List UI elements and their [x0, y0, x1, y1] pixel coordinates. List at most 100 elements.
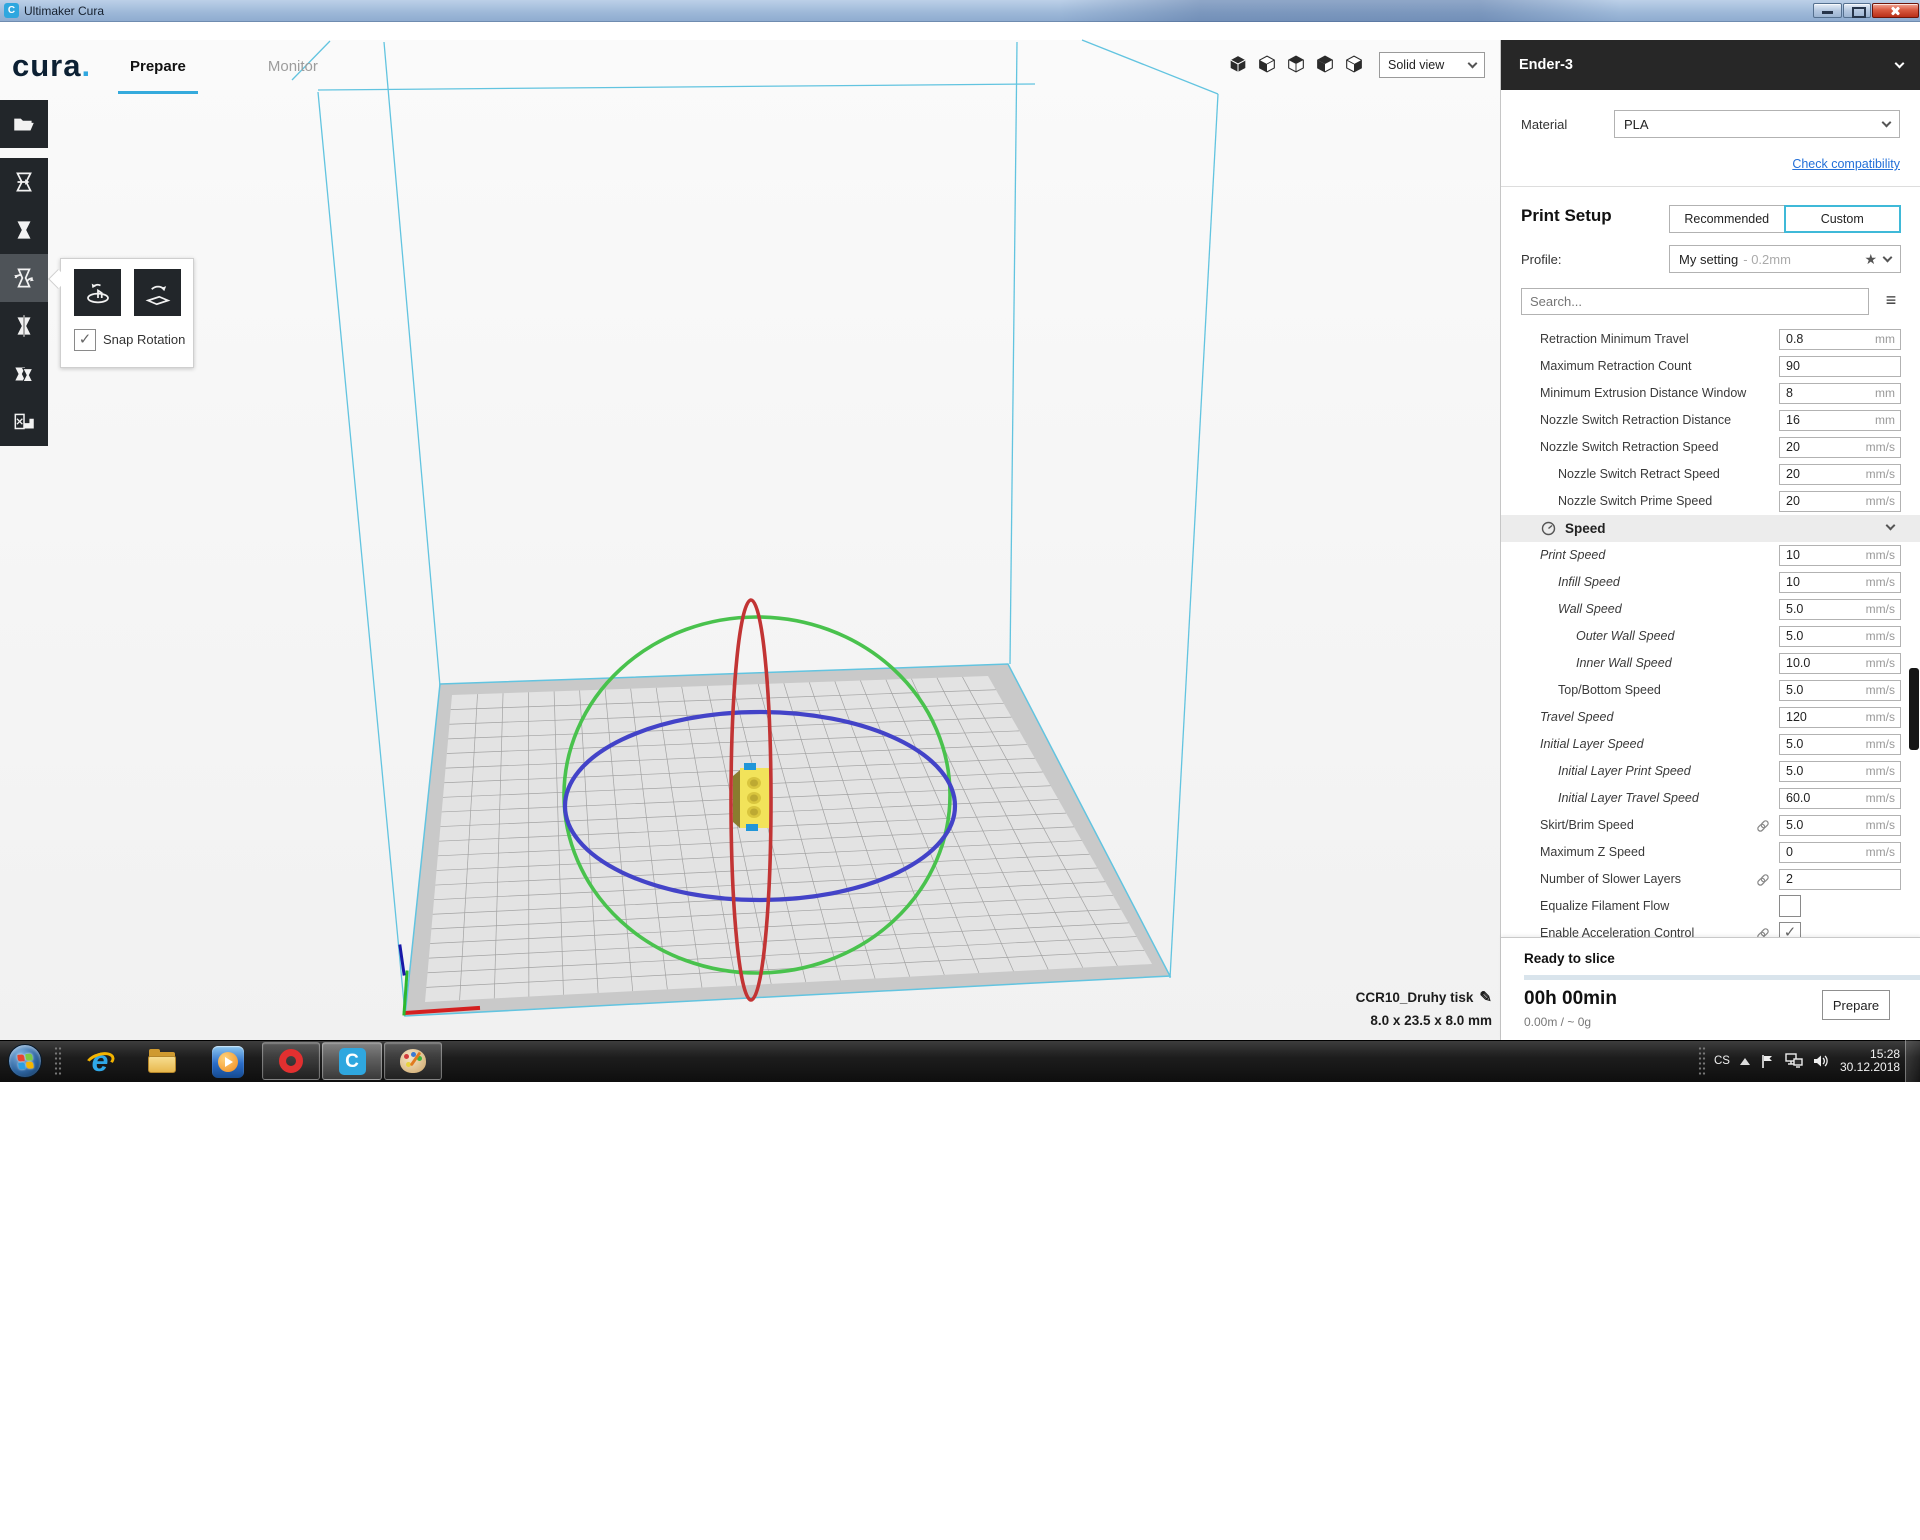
- taskbar-opera-button[interactable]: [262, 1042, 320, 1080]
- setting-value-field[interactable]: 5.0mm/s: [1779, 734, 1901, 755]
- printer-selector[interactable]: Ender-3: [1501, 40, 1920, 90]
- slice-status: Ready to slice: [1524, 951, 1615, 966]
- print-time-estimate: 00h 00min: [1524, 988, 1617, 1010]
- media-player-icon[interactable]: [212, 1046, 244, 1078]
- tab-monitor[interactable]: Monitor: [256, 52, 330, 94]
- rotate-icon: [11, 265, 37, 291]
- tool-panel: [0, 158, 48, 446]
- tab-prepare[interactable]: Prepare: [118, 52, 198, 94]
- recommended-button[interactable]: Recommended: [1669, 205, 1784, 233]
- taskbar-clock[interactable]: 15:28 30.12.2018: [1840, 1048, 1900, 1074]
- setting-row: Initial Layer Speed5.0mm/s: [1501, 731, 1920, 758]
- view-3d-icon[interactable]: [1229, 55, 1247, 73]
- taskbar-paint-button[interactable]: [384, 1042, 442, 1080]
- setting-row: Initial Layer Print Speed5.0mm/s: [1501, 758, 1920, 785]
- setting-value-field[interactable]: 16mm: [1779, 410, 1901, 431]
- view-mode-dropdown[interactable]: Solid view: [1379, 52, 1485, 78]
- setting-checkbox[interactable]: ✓: [1779, 922, 1801, 937]
- view-top-icon[interactable]: [1287, 55, 1305, 73]
- setting-value-field[interactable]: 10mm/s: [1779, 572, 1901, 593]
- maximize-button[interactable]: [1843, 3, 1871, 18]
- setting-value-field[interactable]: 5.0mm/s: [1779, 815, 1901, 836]
- support-blocker-button[interactable]: [0, 398, 48, 446]
- volume-icon[interactable]: [1813, 1053, 1830, 1069]
- scrollbar-thumb[interactable]: [1909, 668, 1919, 750]
- model-info: CCR10_Druhy tisk✎ 8.0 x 23.5 x 8.0 mm: [1270, 988, 1492, 1028]
- profile-dropdown[interactable]: My setting - 0.2mm ★: [1669, 245, 1901, 273]
- setting-value-field[interactable]: 5.0mm/s: [1779, 626, 1901, 647]
- hidden-icons-arrow-icon[interactable]: [1740, 1058, 1750, 1065]
- setting-label: Nozzle Switch Retraction Distance: [1540, 407, 1731, 434]
- start-button[interactable]: [8, 1044, 42, 1078]
- setting-row: Number of Slower Layers2: [1501, 866, 1920, 893]
- close-button[interactable]: [1872, 3, 1919, 18]
- setting-value-field[interactable]: 5.0mm/s: [1779, 761, 1901, 782]
- setting-label: Enable Acceleration Control: [1540, 920, 1694, 937]
- move-tool-button[interactable]: [0, 158, 48, 206]
- setting-value-field[interactable]: 60.0mm/s: [1779, 788, 1901, 809]
- settings-menu-icon[interactable]: ≡: [1879, 288, 1903, 315]
- setting-value-field[interactable]: 20mm/s: [1779, 491, 1901, 512]
- setting-value-field[interactable]: 0.8mm: [1779, 329, 1901, 350]
- setting-row: Equalize Filament Flow: [1501, 893, 1920, 920]
- language-indicator[interactable]: CS: [1714, 1055, 1730, 1067]
- view-mode-label: Solid view: [1388, 58, 1444, 72]
- model-object[interactable]: [733, 763, 771, 831]
- setting-value-field[interactable]: 10.0mm/s: [1779, 653, 1901, 674]
- open-folder-icon: [11, 111, 37, 137]
- taskbar-cura-button[interactable]: C: [322, 1042, 382, 1080]
- reset-rotation-button[interactable]: [74, 269, 121, 316]
- setting-value-field[interactable]: 5.0mm/s: [1779, 680, 1901, 701]
- snap-rotation-checkbox[interactable]: ✓: [74, 329, 96, 351]
- prepare-button[interactable]: Prepare: [1822, 990, 1890, 1020]
- profile-layer-height: - 0.2mm: [1743, 252, 1864, 267]
- view-front-icon[interactable]: [1258, 55, 1276, 73]
- setting-row: Print Speed10mm/s: [1501, 542, 1920, 569]
- material-dropdown[interactable]: PLA: [1614, 110, 1900, 138]
- material-usage-estimate: 0.00m / ~ 0g: [1524, 1015, 1591, 1029]
- desktop: C Ultimaker Cura FileEditViewSettingsExt…: [0, 0, 1920, 1540]
- view-left-icon[interactable]: [1316, 55, 1334, 73]
- rename-pencil-icon[interactable]: ✎: [1479, 989, 1492, 1006]
- setting-label: Skirt/Brim Speed: [1540, 812, 1634, 839]
- setting-value-field[interactable]: 10mm/s: [1779, 545, 1901, 566]
- snap-rotation-label: Snap Rotation: [103, 332, 185, 347]
- setting-row: Wall Speed5.0mm/s: [1501, 596, 1920, 623]
- search-input[interactable]: [1522, 289, 1868, 314]
- setting-value-field[interactable]: 20mm/s: [1779, 464, 1901, 485]
- setting-value-field[interactable]: 0mm/s: [1779, 842, 1901, 863]
- setting-row: Retraction Minimum Travel0.8mm: [1501, 326, 1920, 353]
- windows-explorer-icon[interactable]: [146, 1046, 178, 1078]
- setting-row: Top/Bottom Speed5.0mm/s: [1501, 677, 1920, 704]
- show-desktop-button[interactable]: [1905, 1040, 1920, 1082]
- per-model-settings-icon: [11, 361, 37, 387]
- check-compatibility-link[interactable]: Check compatibility: [1792, 157, 1900, 171]
- setting-checkbox[interactable]: [1779, 895, 1801, 917]
- custom-button[interactable]: Custom: [1784, 205, 1902, 233]
- open-file-button[interactable]: [0, 100, 48, 148]
- mirror-tool-button[interactable]: [0, 302, 48, 350]
- setting-value-field[interactable]: 120mm/s: [1779, 707, 1901, 728]
- settings-category-speed[interactable]: Speed: [1501, 515, 1920, 542]
- rotate-tool-button[interactable]: [0, 254, 48, 302]
- scale-tool-button[interactable]: [0, 206, 48, 254]
- setting-value-field[interactable]: 5.0mm/s: [1779, 599, 1901, 620]
- action-center-flag-icon[interactable]: [1760, 1054, 1775, 1069]
- minimize-button[interactable]: [1813, 3, 1842, 18]
- build-plate: [405, 664, 1170, 1016]
- setup-mode-toggle: Recommended Custom: [1669, 205, 1901, 233]
- setting-value-field[interactable]: 2: [1779, 869, 1901, 890]
- network-icon[interactable]: [1785, 1053, 1803, 1069]
- divider: [1501, 186, 1920, 187]
- internet-explorer-icon[interactable]: e: [84, 1046, 116, 1078]
- star-icon[interactable]: ★: [1864, 251, 1877, 268]
- support-blocker-icon: [11, 409, 37, 435]
- per-model-settings-button[interactable]: [0, 350, 48, 398]
- view-right-icon[interactable]: [1345, 55, 1363, 73]
- setting-value-field[interactable]: 8mm: [1779, 383, 1901, 404]
- setting-value-field[interactable]: 20mm/s: [1779, 437, 1901, 458]
- lay-flat-button[interactable]: [134, 269, 181, 316]
- stage-tabs: Prepare Monitor: [118, 52, 330, 94]
- chevron-down-icon: [1886, 521, 1896, 531]
- setting-value-field[interactable]: 90: [1779, 356, 1901, 377]
